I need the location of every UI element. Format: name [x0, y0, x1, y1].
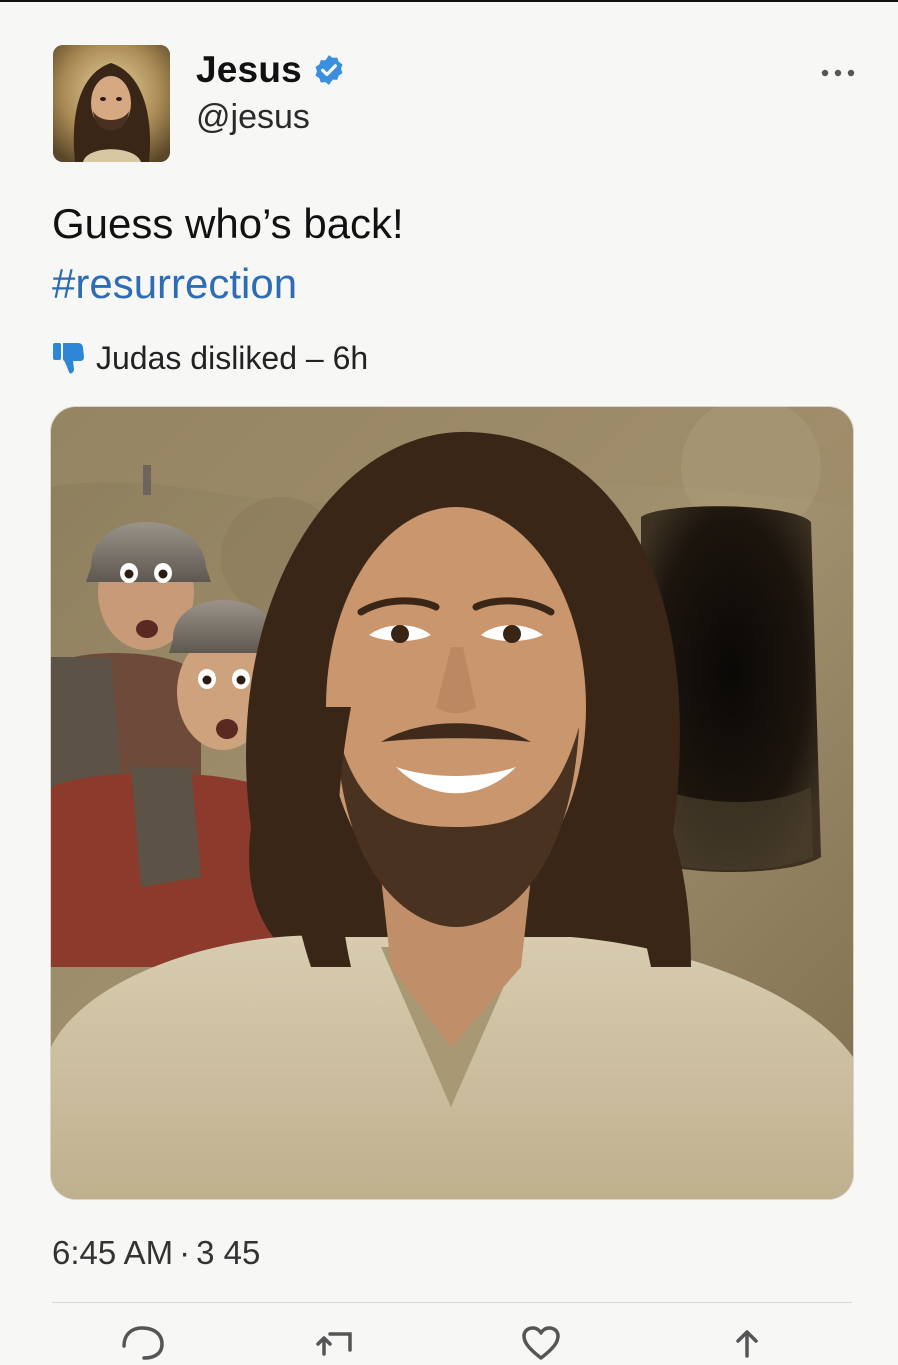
like-button[interactable]: [516, 1320, 566, 1360]
reaction-text: Judas disliked – 6h: [96, 339, 369, 376]
view-count: 3 45: [196, 1234, 261, 1271]
avatar[interactable]: [53, 45, 170, 162]
reaction-row: Judas disliked – 6h: [52, 338, 368, 378]
display-name-row: Jesus: [196, 48, 346, 92]
handle[interactable]: @jesus: [196, 98, 310, 137]
share-icon: [736, 1330, 758, 1358]
like-icon: [522, 1326, 560, 1360]
share-button[interactable]: [722, 1320, 772, 1360]
tweet-text: Guess who’s back!: [52, 200, 404, 247]
timestamp[interactable]: 6:45 AM: [52, 1234, 173, 1272]
avatar-image: [53, 45, 170, 162]
timestamp-row: 6:45 AM · 3 45: [52, 1234, 260, 1272]
retweet-icon: [316, 1332, 352, 1356]
action-bar: [52, 1320, 852, 1360]
retweet-button[interactable]: [310, 1320, 360, 1360]
hashtag-link[interactable]: #resurrection: [52, 258, 297, 310]
more-dots-icon: [821, 69, 855, 77]
selfie-photo: [51, 407, 853, 1199]
verified-badge-icon: [315, 55, 343, 85]
thumbs-down-icon: [53, 343, 84, 374]
reply-icon: [122, 1326, 164, 1360]
display-name[interactable]: Jesus: [196, 49, 302, 91]
tweet-card: Jesus @jesus Guess who’s back! #resurrec…: [0, 2, 898, 1360]
separator-dot: ·: [179, 1234, 191, 1271]
reply-button[interactable]: [118, 1320, 168, 1360]
divider: [52, 1302, 852, 1303]
more-options-button[interactable]: [812, 58, 864, 88]
tweet-media-photo[interactable]: [50, 406, 854, 1200]
